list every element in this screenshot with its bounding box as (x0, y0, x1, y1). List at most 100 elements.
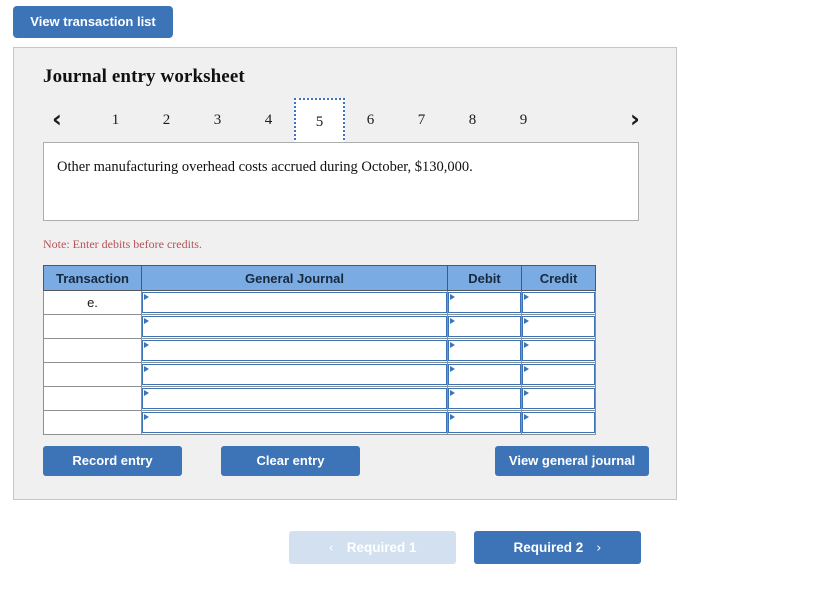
clear-entry-button[interactable]: Clear entry (221, 446, 360, 476)
input-wrapper (448, 292, 521, 313)
credit-cell (521, 290, 596, 315)
debit-input[interactable] (448, 388, 521, 409)
journal-table-body: e. (43, 290, 596, 435)
requirement-navigation: ‹ Required 1 Required 2 › (0, 531, 826, 564)
chevron-left-icon[interactable]: ‹ (42, 98, 72, 142)
input-wrapper (448, 364, 521, 385)
pager-tab-9[interactable]: 9 (498, 98, 549, 142)
transaction-cell: e. (43, 290, 142, 315)
general-journal-input[interactable] (142, 292, 447, 313)
general-journal-input[interactable] (142, 388, 447, 409)
general-journal-cell (141, 386, 448, 411)
credit-input[interactable] (522, 388, 595, 409)
debit-cell (447, 410, 522, 435)
debit-input[interactable] (448, 412, 521, 433)
debit-input[interactable] (448, 340, 521, 361)
input-wrapper (142, 388, 447, 409)
required-1-label: Required 1 (346, 540, 417, 555)
journal-entry-table: Transaction General Journal Debit Credit… (43, 265, 596, 435)
input-wrapper (522, 316, 595, 337)
input-wrapper (522, 364, 595, 385)
general-journal-cell (141, 410, 448, 435)
debit-input[interactable] (448, 364, 521, 385)
pager-tab-4[interactable]: 4 (243, 98, 294, 142)
record-entry-button[interactable]: Record entry (43, 446, 182, 476)
required-2-label: Required 2 (513, 540, 584, 555)
table-header-row: Transaction General Journal Debit Credit (43, 265, 596, 291)
debit-input[interactable] (448, 292, 521, 313)
input-wrapper (448, 316, 521, 337)
input-wrapper (448, 412, 521, 433)
credit-input[interactable] (522, 364, 595, 385)
column-header-general-journal: General Journal (141, 265, 448, 291)
credit-cell (521, 386, 596, 411)
input-wrapper (448, 340, 521, 361)
table-row (43, 314, 596, 339)
debit-cell (447, 338, 522, 363)
table-row (43, 410, 596, 435)
general-journal-input[interactable] (142, 364, 447, 385)
input-wrapper (522, 412, 595, 433)
input-wrapper (142, 340, 447, 361)
column-header-debit: Debit (447, 265, 522, 291)
pager-tab-8[interactable]: 8 (447, 98, 498, 142)
general-journal-cell (141, 338, 448, 363)
table-row (43, 362, 596, 387)
pager-tab-1[interactable]: 1 (90, 98, 141, 142)
journal-entry-worksheet-panel: Journal entry worksheet ‹ 123456789 › Ot… (13, 47, 677, 500)
transaction-label: e. (87, 295, 98, 310)
credit-cell (521, 362, 596, 387)
required-1-button[interactable]: ‹ Required 1 (289, 531, 456, 564)
credit-cell (521, 410, 596, 435)
pager-tab-5[interactable]: 5 (294, 98, 345, 144)
input-wrapper (522, 388, 595, 409)
debit-input[interactable] (448, 316, 521, 337)
credit-input[interactable] (522, 412, 595, 433)
pager-tab-6[interactable]: 6 (345, 98, 396, 142)
chevron-right-icon[interactable]: › (620, 98, 650, 142)
column-header-credit: Credit (521, 265, 596, 291)
table-row (43, 386, 596, 411)
general-journal-input[interactable] (142, 340, 447, 361)
credit-cell (521, 338, 596, 363)
column-header-transaction: Transaction (43, 265, 142, 291)
debit-cell (447, 314, 522, 339)
table-row (43, 338, 596, 363)
debit-cell (447, 290, 522, 315)
chevron-right-icon: › (596, 541, 602, 556)
table-row: e. (43, 290, 596, 315)
debit-cell (447, 386, 522, 411)
debits-before-credits-note: Note: Enter debits before credits. (43, 237, 202, 251)
transaction-cell (43, 410, 142, 435)
pager-tab-2[interactable]: 2 (141, 98, 192, 142)
input-wrapper (522, 292, 595, 313)
chevron-left-icon: ‹ (328, 541, 334, 556)
credit-cell (521, 314, 596, 339)
page-title: Journal entry worksheet (43, 66, 245, 87)
general-journal-input[interactable] (142, 316, 447, 337)
debit-cell (447, 362, 522, 387)
input-wrapper (142, 412, 447, 433)
input-wrapper (142, 316, 447, 337)
required-2-button[interactable]: Required 2 › (474, 531, 641, 564)
transaction-cell (43, 338, 142, 363)
credit-input[interactable] (522, 292, 595, 313)
credit-input[interactable] (522, 340, 595, 361)
input-wrapper (142, 364, 447, 385)
pager-tab-7[interactable]: 7 (396, 98, 447, 142)
view-general-journal-button[interactable]: View general journal (495, 446, 649, 476)
transaction-prompt-text: Other manufacturing overhead costs accru… (57, 159, 473, 175)
general-journal-cell (141, 290, 448, 315)
general-journal-cell (141, 362, 448, 387)
pager-tab-3[interactable]: 3 (192, 98, 243, 142)
transaction-cell (43, 386, 142, 411)
input-wrapper (448, 388, 521, 409)
general-journal-input[interactable] (142, 412, 447, 433)
credit-input[interactable] (522, 316, 595, 337)
transaction-cell (43, 314, 142, 339)
general-journal-cell (141, 314, 448, 339)
pager-tab-list: 123456789 (90, 98, 549, 144)
view-transaction-list-button[interactable]: View transaction list (13, 6, 173, 38)
transaction-prompt-box: Other manufacturing overhead costs accru… (43, 142, 639, 221)
input-wrapper (522, 340, 595, 361)
